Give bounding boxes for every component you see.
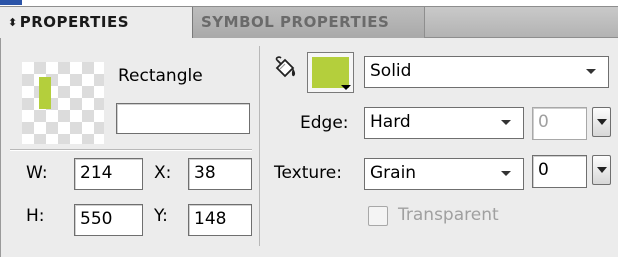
width-label: W: (26, 163, 48, 183)
tab-symbol-properties[interactable]: SYMBOL PROPERTIES (193, 7, 425, 38)
collapse-chevron-icon[interactable]: ⬍ (8, 16, 18, 29)
tab-properties-label: PROPERTIES (19, 13, 129, 31)
texture-label: Texture: (274, 163, 342, 183)
texture-select[interactable]: Grain (364, 158, 524, 190)
fill-style-select[interactable]: Solid (364, 56, 609, 88)
chevron-down-icon (597, 167, 607, 173)
transparent-checkbox[interactable] (368, 206, 388, 226)
chevron-down-icon (586, 69, 596, 74)
object-name-input[interactable] (116, 103, 250, 134)
width-input[interactable]: 214 (74, 158, 143, 190)
edge-amount-stepper[interactable] (592, 107, 611, 137)
x-input[interactable]: 38 (188, 158, 252, 190)
texture-amount-input[interactable]: 0 (532, 155, 587, 188)
height-label: H: (26, 206, 45, 226)
edge-value: Hard (370, 112, 411, 132)
tab-symbol-properties-label: SYMBOL PROPERTIES (201, 13, 390, 31)
title-fragment (0, 0, 22, 5)
y-input[interactable]: 148 (188, 204, 252, 236)
texture-amount-stepper[interactable] (592, 155, 611, 185)
height-input[interactable]: 550 (74, 204, 143, 236)
chevron-down-icon (501, 120, 511, 125)
object-thumbnail (22, 62, 104, 144)
fill-color (312, 57, 349, 88)
rectangle-preview (39, 77, 51, 109)
edge-label: Edge: (300, 113, 349, 133)
tab-properties[interactable]: ⬍ PROPERTIES (0, 7, 193, 39)
horizontal-divider-highlight (10, 150, 252, 151)
swatch-dropdown-icon (341, 85, 351, 90)
paint-bucket-icon (271, 54, 299, 82)
fill-color-swatch[interactable] (307, 52, 354, 93)
edge-select[interactable]: Hard (364, 107, 524, 139)
texture-value: Grain (370, 163, 417, 183)
edge-amount-input[interactable]: 0 (532, 107, 587, 140)
transparent-label: Transparent (398, 205, 499, 225)
vertical-divider (259, 46, 260, 246)
object-type-label: Rectangle (118, 66, 203, 86)
tab-bar: ⬍ PROPERTIES SYMBOL PROPERTIES (0, 6, 618, 39)
y-label: Y: (154, 206, 168, 226)
fill-style-value: Solid (370, 61, 412, 81)
chevron-down-icon (597, 119, 607, 125)
chevron-down-icon (501, 171, 511, 176)
x-label: X: (154, 163, 172, 183)
